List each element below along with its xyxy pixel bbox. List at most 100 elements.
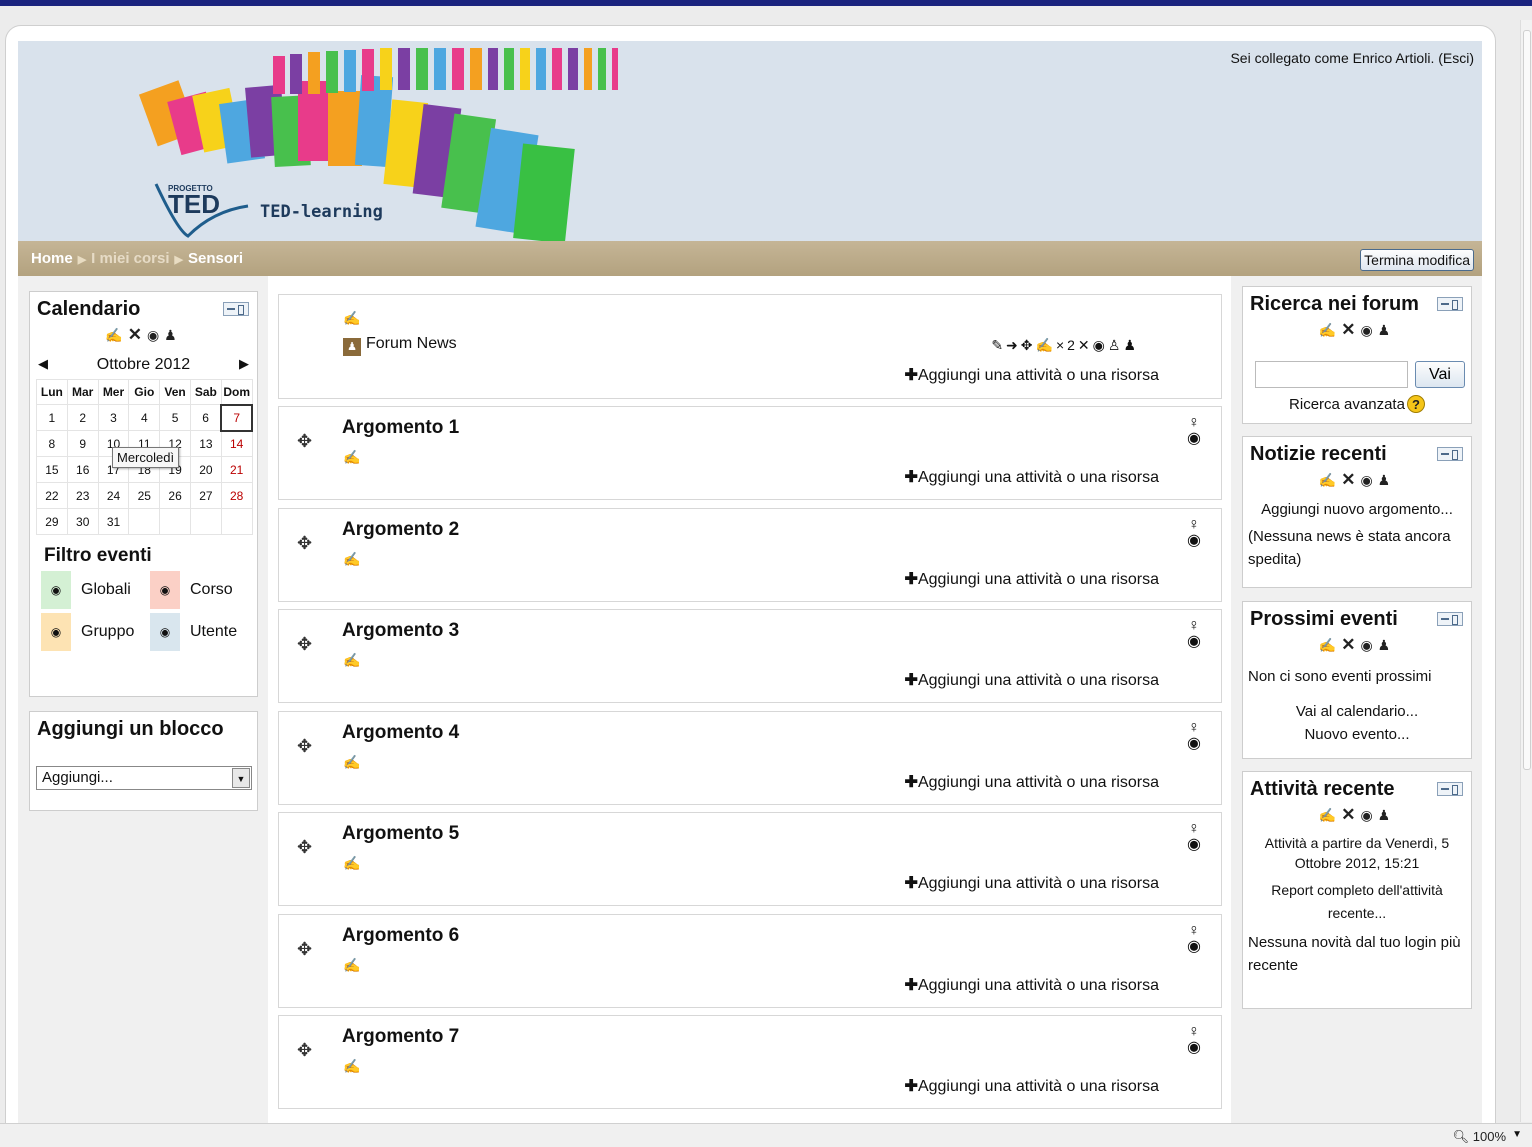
add-activity-link[interactable]: ✚Aggiungi una attività o una risorsa [905, 772, 1159, 792]
edit-summary-icon[interactable]: ✍ [343, 310, 360, 327]
delete-icon[interactable]: ✕ [128, 325, 147, 344]
move-icon[interactable]: ✥ [1021, 337, 1036, 353]
calendar-day[interactable]: 23 [66, 482, 99, 509]
duplicate-icon[interactable]: ×2 [1056, 337, 1078, 353]
highlight-bulb-icon[interactable]: ♀ [1188, 1023, 1200, 1040]
filter-global[interactable]: ◉ Globali [41, 571, 131, 609]
hide-eye-icon[interactable]: ◉ [1360, 637, 1377, 653]
add-activity-link[interactable]: ✚Aggiungi una attività o una risorsa [905, 975, 1159, 995]
assign-role-icon[interactable]: ♙ [1108, 337, 1124, 353]
edit-summary-icon[interactable]: ✍ [343, 754, 360, 771]
filter-group[interactable]: ◉ Gruppo [41, 613, 134, 651]
calendar-day[interactable]: 26 [159, 482, 191, 509]
edit-icon[interactable]: ✍ [1319, 807, 1341, 823]
calendar-day[interactable]: 22 [36, 482, 68, 509]
block-collapse-icon[interactable] [1437, 297, 1463, 311]
hide-eye-icon[interactable]: ◉ [1187, 532, 1201, 549]
advanced-search-link[interactable]: Ricerca avanzata? [1243, 395, 1471, 413]
delete-icon[interactable]: ✕ [1078, 337, 1093, 353]
add-activity-link[interactable]: ✚Aggiungi una attività o una risorsa [905, 1076, 1159, 1096]
eye-icon[interactable]: ◉ [41, 571, 71, 609]
move-icon[interactable]: ✥ [297, 533, 312, 554]
edit-icon[interactable]: ✍ [1319, 637, 1341, 653]
calendar-day[interactable]: 9 [66, 430, 99, 457]
calendar-day[interactable]: 4 [128, 404, 161, 431]
block-collapse-icon[interactable] [1437, 447, 1463, 461]
site-logo[interactable]: PROGETTO TED TED-learning [128, 46, 628, 244]
calendar-day[interactable]: 15 [36, 456, 68, 483]
calendar-day[interactable]: 30 [66, 508, 99, 535]
hide-eye-icon[interactable]: ◉ [1360, 322, 1377, 338]
eye-icon[interactable]: ◉ [150, 571, 180, 609]
forum-search-input[interactable] [1255, 361, 1408, 388]
hide-eye-icon[interactable]: ◉ [1360, 472, 1377, 488]
hide-eye-icon[interactable]: ◉ [1187, 735, 1201, 752]
hide-eye-icon[interactable]: ◉ [1187, 633, 1201, 650]
delete-icon[interactable]: ✕ [1341, 805, 1360, 824]
search-go-button[interactable]: Vai [1415, 361, 1465, 388]
add-block-select[interactable]: Aggiungi... ▼ [36, 766, 252, 790]
pencil-icon[interactable]: ✎ [991, 337, 1006, 353]
groups-icon[interactable]: ♟ [1123, 337, 1139, 353]
calendar-day[interactable]: 3 [97, 404, 130, 431]
edit-summary-icon[interactable]: ✍ [343, 551, 360, 568]
delete-icon[interactable]: ✕ [1341, 635, 1360, 654]
calendar-day[interactable]: 5 [159, 404, 191, 431]
calendar-day[interactable]: 2 [66, 404, 99, 431]
highlight-bulb-icon[interactable]: ♀ [1188, 414, 1200, 431]
goto-calendar-link[interactable]: Vai al calendario... [1243, 688, 1471, 723]
calendar-day[interactable]: 14 [220, 430, 253, 457]
chevron-down-icon[interactable]: ▼ [232, 768, 250, 788]
add-news-link[interactable]: Aggiungi nuovo argomento... [1243, 494, 1471, 521]
hide-eye-icon[interactable]: ◉ [1187, 1039, 1201, 1056]
move-icon[interactable]: ✥ [297, 431, 312, 452]
new-event-link[interactable]: Nuovo evento... [1243, 723, 1471, 746]
breadcrumb-current[interactable]: Sensori [188, 250, 243, 267]
hide-eye-icon[interactable]: ◉ [1360, 807, 1377, 823]
block-collapse-icon[interactable] [223, 302, 249, 316]
calendar-day[interactable]: 20 [189, 456, 222, 483]
edit-summary-icon[interactable]: ✍ [343, 1058, 360, 1075]
filter-course[interactable]: ◉ Corso [150, 571, 233, 609]
eye-icon[interactable]: ◉ [41, 613, 71, 651]
calendar-day[interactable]: 16 [66, 456, 99, 483]
calendar-day[interactable]: 6 [189, 404, 222, 431]
next-month-icon[interactable]: ▶ [239, 356, 249, 372]
calendar-day[interactable]: 7 [220, 403, 254, 432]
highlight-bulb-icon[interactable]: ♀ [1188, 617, 1200, 634]
prev-month-icon[interactable]: ◀ [38, 356, 48, 372]
roles-icon[interactable]: ♟ [1378, 322, 1396, 338]
delete-icon[interactable]: ✕ [1341, 320, 1360, 339]
edit-icon[interactable]: ✍ [1036, 337, 1056, 353]
add-activity-link[interactable]: ✚Aggiungi una attività o una risorsa [905, 670, 1159, 690]
highlight-bulb-icon[interactable]: ♀ [1188, 516, 1200, 533]
calendar-day[interactable]: 31 [97, 508, 130, 535]
highlight-bulb-icon[interactable]: ♀ [1188, 820, 1200, 837]
calendar-day[interactable]: 25 [128, 482, 161, 509]
add-activity-link[interactable]: ✚Aggiungi una attività o una risorsa [905, 569, 1159, 589]
edit-summary-icon[interactable]: ✍ [343, 957, 360, 974]
edit-summary-icon[interactable]: ✍ [343, 855, 360, 872]
add-activity-link[interactable]: ✚Aggiungi una attività o una risorsa [905, 873, 1159, 893]
highlight-bulb-icon[interactable]: ♀ [1188, 922, 1200, 939]
calendar-day[interactable]: 29 [36, 508, 68, 535]
add-activity-link[interactable]: ✚Aggiungi una attività o una risorsa [905, 467, 1159, 487]
move-icon[interactable]: ✥ [297, 736, 312, 757]
calendar-day[interactable]: 27 [189, 482, 222, 509]
edit-summary-icon[interactable]: ✍ [343, 449, 360, 466]
vertical-scrollbar[interactable] [1520, 20, 1532, 1122]
hide-eye-icon[interactable]: ◉ [1093, 337, 1108, 353]
roles-icon[interactable]: ♟ [164, 327, 182, 343]
scrollbar-thumb[interactable] [1523, 30, 1531, 770]
edit-summary-icon[interactable]: ✍ [343, 652, 360, 669]
breadcrumb-home[interactable]: Home [31, 250, 73, 267]
hide-eye-icon[interactable]: ◉ [1187, 938, 1201, 955]
chevron-down-icon[interactable]: ▼ [1512, 1129, 1522, 1140]
end-editing-button[interactable]: Termina modifica [1360, 249, 1474, 271]
calendar-day[interactable]: 21 [220, 456, 253, 483]
block-collapse-icon[interactable] [1437, 782, 1463, 796]
roles-icon[interactable]: ♟ [1378, 637, 1396, 653]
edit-icon[interactable]: ✍ [1319, 472, 1341, 488]
calendar-day[interactable]: 24 [97, 482, 130, 509]
breadcrumb-my-courses[interactable]: I miei corsi [91, 250, 169, 267]
